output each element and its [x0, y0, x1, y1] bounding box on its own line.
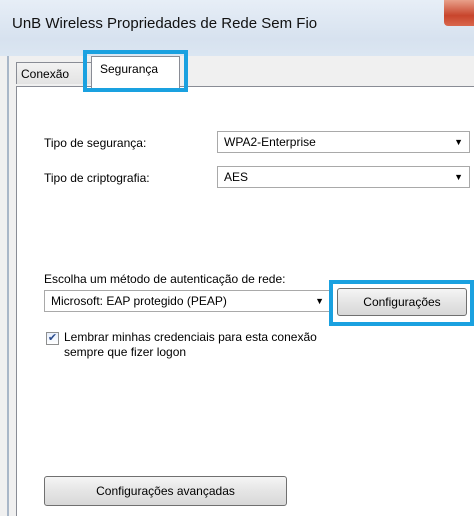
- remember-credentials-label-line2: sempre que fizer logon: [64, 345, 187, 359]
- checkmark-icon: ✔: [47, 332, 58, 344]
- window-frame: [7, 56, 9, 516]
- encryption-type-label: Tipo de criptografia:: [44, 171, 150, 185]
- auth-method-value: Microsoft: EAP protegido (PEAP): [51, 294, 227, 308]
- highlight-box-tab: [83, 50, 188, 92]
- window-title: UnB Wireless Propriedades de Rede Sem Fi…: [12, 15, 318, 32]
- chevron-down-icon: ▼: [454, 172, 463, 182]
- encryption-type-value: AES: [224, 170, 249, 184]
- remember-credentials-label-line1: Lembrar minhas credenciais para esta con…: [64, 330, 317, 344]
- chevron-down-icon: ▼: [315, 296, 324, 306]
- remember-credentials-checkbox[interactable]: ✔: [46, 332, 59, 345]
- encryption-type-select[interactable]: AES ▼: [217, 166, 470, 188]
- auth-method-label: Escolha um método de autenticação de red…: [44, 272, 286, 286]
- chevron-down-icon: ▼: [454, 137, 463, 147]
- advanced-settings-button[interactable]: Configurações avançadas: [44, 476, 287, 506]
- security-type-value: WPA2-Enterprise: [224, 135, 316, 149]
- auth-method-select[interactable]: Microsoft: EAP protegido (PEAP) ▼: [44, 290, 331, 312]
- security-type-select[interactable]: WPA2-Enterprise ▼: [217, 131, 470, 153]
- tab-conexao-label: Conexão: [21, 67, 70, 81]
- highlight-box-settings: [329, 280, 474, 326]
- close-button[interactable]: [444, 0, 474, 26]
- security-type-label: Tipo de segurança:: [44, 136, 147, 150]
- advanced-settings-button-label: Configurações avançadas: [96, 484, 235, 498]
